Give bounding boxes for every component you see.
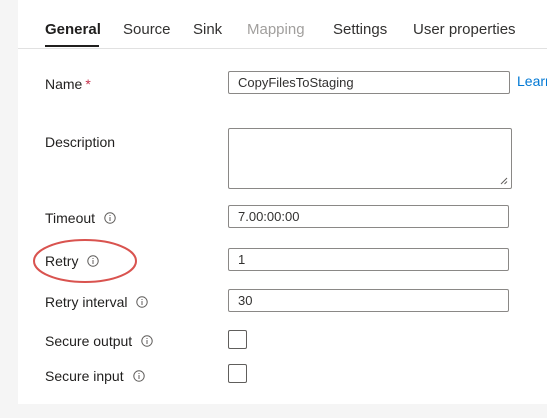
info-icon[interactable] <box>87 255 100 267</box>
tab-general[interactable]: General <box>45 21 101 38</box>
tab-settings[interactable]: Settings <box>333 21 387 38</box>
name-label-text: Name <box>45 76 83 92</box>
tab-bar: General Source Sink Mapping Settings Use… <box>18 0 547 49</box>
info-icon[interactable] <box>136 296 149 308</box>
secure-output-label-text: Secure output <box>45 333 133 349</box>
name-input[interactable] <box>228 71 510 94</box>
tab-mapping: Mapping <box>247 21 305 38</box>
tab-source[interactable]: Source <box>123 21 171 38</box>
secure-output-label: Secure output <box>45 333 153 349</box>
retry-interval-label: Retry interval <box>45 294 149 310</box>
secure-input-label: Secure input <box>45 368 145 384</box>
description-textarea[interactable] <box>228 128 512 189</box>
secure-input-checkbox[interactable] <box>228 364 247 383</box>
info-icon[interactable] <box>141 335 153 347</box>
retry-label-text: Retry <box>45 253 79 269</box>
active-tab-indicator <box>45 45 99 47</box>
description-label: Description <box>45 134 116 150</box>
timeout-label-text: Timeout <box>45 210 96 226</box>
info-icon[interactable] <box>132 370 145 382</box>
resize-grip-icon[interactable] <box>500 177 508 185</box>
retry-interval-input[interactable] <box>228 289 509 312</box>
retry-interval-label-text: Retry interval <box>45 294 128 310</box>
timeout-input[interactable] <box>228 205 509 228</box>
activity-properties-panel: General Source Sink Mapping Settings Use… <box>18 0 547 404</box>
secure-input-label-text: Secure input <box>45 368 124 384</box>
info-icon[interactable] <box>104 212 116 224</box>
tab-sink[interactable]: Sink <box>193 21 222 38</box>
retry-input[interactable] <box>228 248 509 271</box>
tab-user-properties[interactable]: User properties <box>413 21 516 38</box>
timeout-label: Timeout <box>45 210 116 226</box>
learn-more-link[interactable]: Learn <box>517 73 547 89</box>
retry-label: Retry <box>45 253 100 269</box>
name-label: Name * <box>45 76 91 92</box>
required-marker: * <box>85 76 91 92</box>
secure-output-checkbox[interactable] <box>228 330 247 349</box>
